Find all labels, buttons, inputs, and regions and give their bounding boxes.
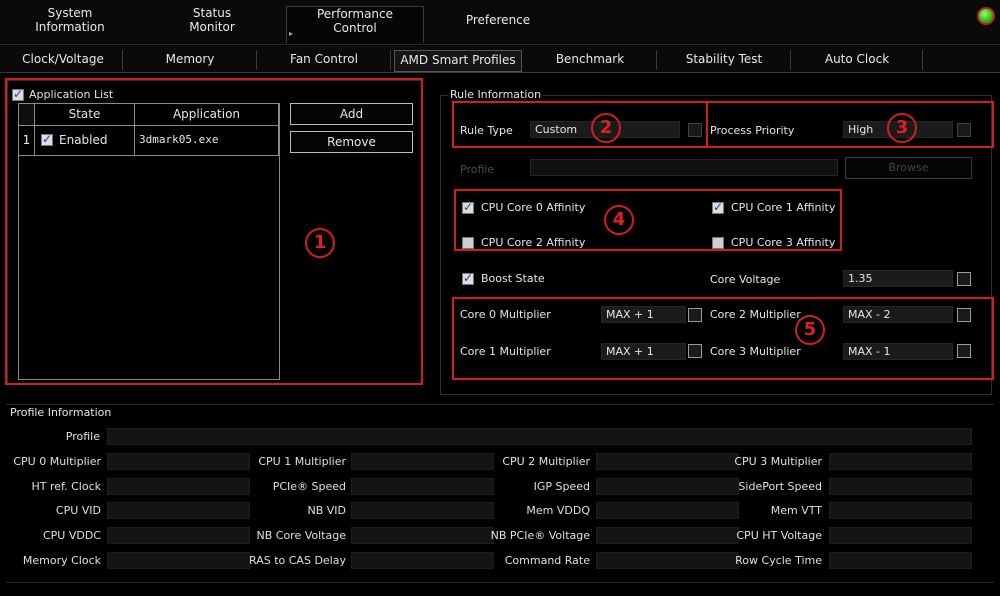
bottom-divider [6,582,994,583]
core-voltage-button[interactable] [957,272,971,286]
annotation-circle-1: 1 [305,228,335,258]
cpu-0-multiplier-value [107,453,250,470]
subtab-clock-voltage[interactable]: Clock/Voltage [4,50,123,70]
boost-state-label: Boost State [481,272,545,285]
core-voltage-label: Core Voltage [710,273,781,286]
mem-vtt-value [829,502,972,519]
annotation-circle-3: 3 [887,113,917,143]
subtab-benchmark[interactable]: Benchmark [524,50,657,70]
annotation-box-1 [5,78,423,385]
annotation-box-4 [454,189,842,251]
profile-label: Profile [460,163,495,176]
command-rate-label: Command Rate [504,554,590,567]
mem-vddq-value [596,502,739,519]
tab-system-information[interactable]: System Information [4,6,136,42]
subtab-auto-clock[interactable]: Auto Clock [792,50,923,70]
pcie-speed-value [351,478,494,495]
ras-to-cas-delay-value [351,552,494,569]
nb-vid-label: NB VID [307,504,346,517]
nb-vid-value [351,502,494,519]
pcie-speed-label: PCIe® Speed [272,480,346,493]
ht-ref-clock-label: HT ref. Clock [31,480,102,493]
annotation-box-5 [452,297,994,380]
row-cycle-time-label: Row Cycle Time [735,554,822,567]
annotation-circle-5: 5 [795,315,825,345]
command-rate-value [596,552,739,569]
memory-clock-label: Memory Clock [22,554,101,567]
igp-speed-value [596,478,739,495]
profile-info-profile-value [107,428,972,445]
cpu-ht-voltage-label: CPU HT Voltage [736,529,822,542]
subtab-memory[interactable]: Memory [124,50,257,70]
nb-pcie-voltage-value [596,527,739,544]
nb-pcie-voltage-label: NB PCIe® Voltage [490,529,590,542]
row-cycle-time-value [829,552,972,569]
subtab-stability-test[interactable]: Stability Test [658,50,791,70]
tab-performance-control[interactable]: ▸ Performance Control [286,6,424,43]
cpu-0-multiplier-label: CPU 0 Multiplier [13,455,101,468]
ras-to-cas-delay-label: RAS to CAS Delay [249,554,346,567]
nb-core-voltage-value [351,527,494,544]
annotation-box-2 [452,101,708,148]
memory-clock-value [107,552,250,569]
sub-tab-bar: Clock/Voltage Memory Fan Control AMD Sma… [0,46,1000,73]
cpu-vid-label: CPU VID [55,504,101,517]
cpu-3-multiplier-label: CPU 3 Multiplier [734,455,822,468]
profile-info-divider [6,404,994,405]
sideport-speed-value [829,478,972,495]
cpu-1-multiplier-value [351,453,494,470]
tab-arrow-icon: ▸ [289,29,294,38]
subtab-fan-control[interactable]: Fan Control [258,50,391,70]
cpu-1-multiplier-label: CPU 1 Multiplier [258,455,346,468]
ht-ref-clock-value [107,478,250,495]
annotation-circle-2: 2 [591,113,621,143]
profile-path-field[interactable] [530,159,838,176]
cpu-ht-voltage-value [829,527,972,544]
subtab-amd-smart-profiles[interactable]: AMD Smart Profiles [394,50,522,72]
profile-info-profile-label: Profile [65,430,100,443]
nb-core-voltage-label: NB Core Voltage [256,529,347,542]
igp-speed-label: IGP Speed [533,480,590,493]
mem-vddq-label: Mem VDDQ [526,504,590,517]
tab-preference[interactable]: Preference [430,6,566,42]
cpu-2-multiplier-label: CPU 2 Multiplier [502,455,590,468]
core-voltage-field[interactable]: 1.35 [843,270,953,287]
cpu-vid-value [107,502,250,519]
browse-button[interactable]: Browse [845,157,972,179]
rule-information-title: Rule Information [448,88,544,101]
boost-state-checkbox[interactable] [462,271,474,285]
annotation-circle-4: 4 [604,205,634,235]
cpu-3-multiplier-value [829,453,972,470]
sideport-speed-label: SidePort Speed [738,480,822,493]
cpu-2-multiplier-value [596,453,739,470]
top-tab-bar: System Information Status Monitor ▸ Perfor… [0,0,1000,45]
annotation-box-3 [706,101,994,148]
profile-information-title: Profile Information [10,406,112,419]
cpu-vddc-label: CPU VDDC [42,529,101,542]
tab-status-monitor[interactable]: Status Monitor [146,6,278,42]
mem-vtt-label: Mem VTT [770,504,822,517]
cpu-vddc-value [107,527,250,544]
status-indicator-icon [977,7,995,25]
